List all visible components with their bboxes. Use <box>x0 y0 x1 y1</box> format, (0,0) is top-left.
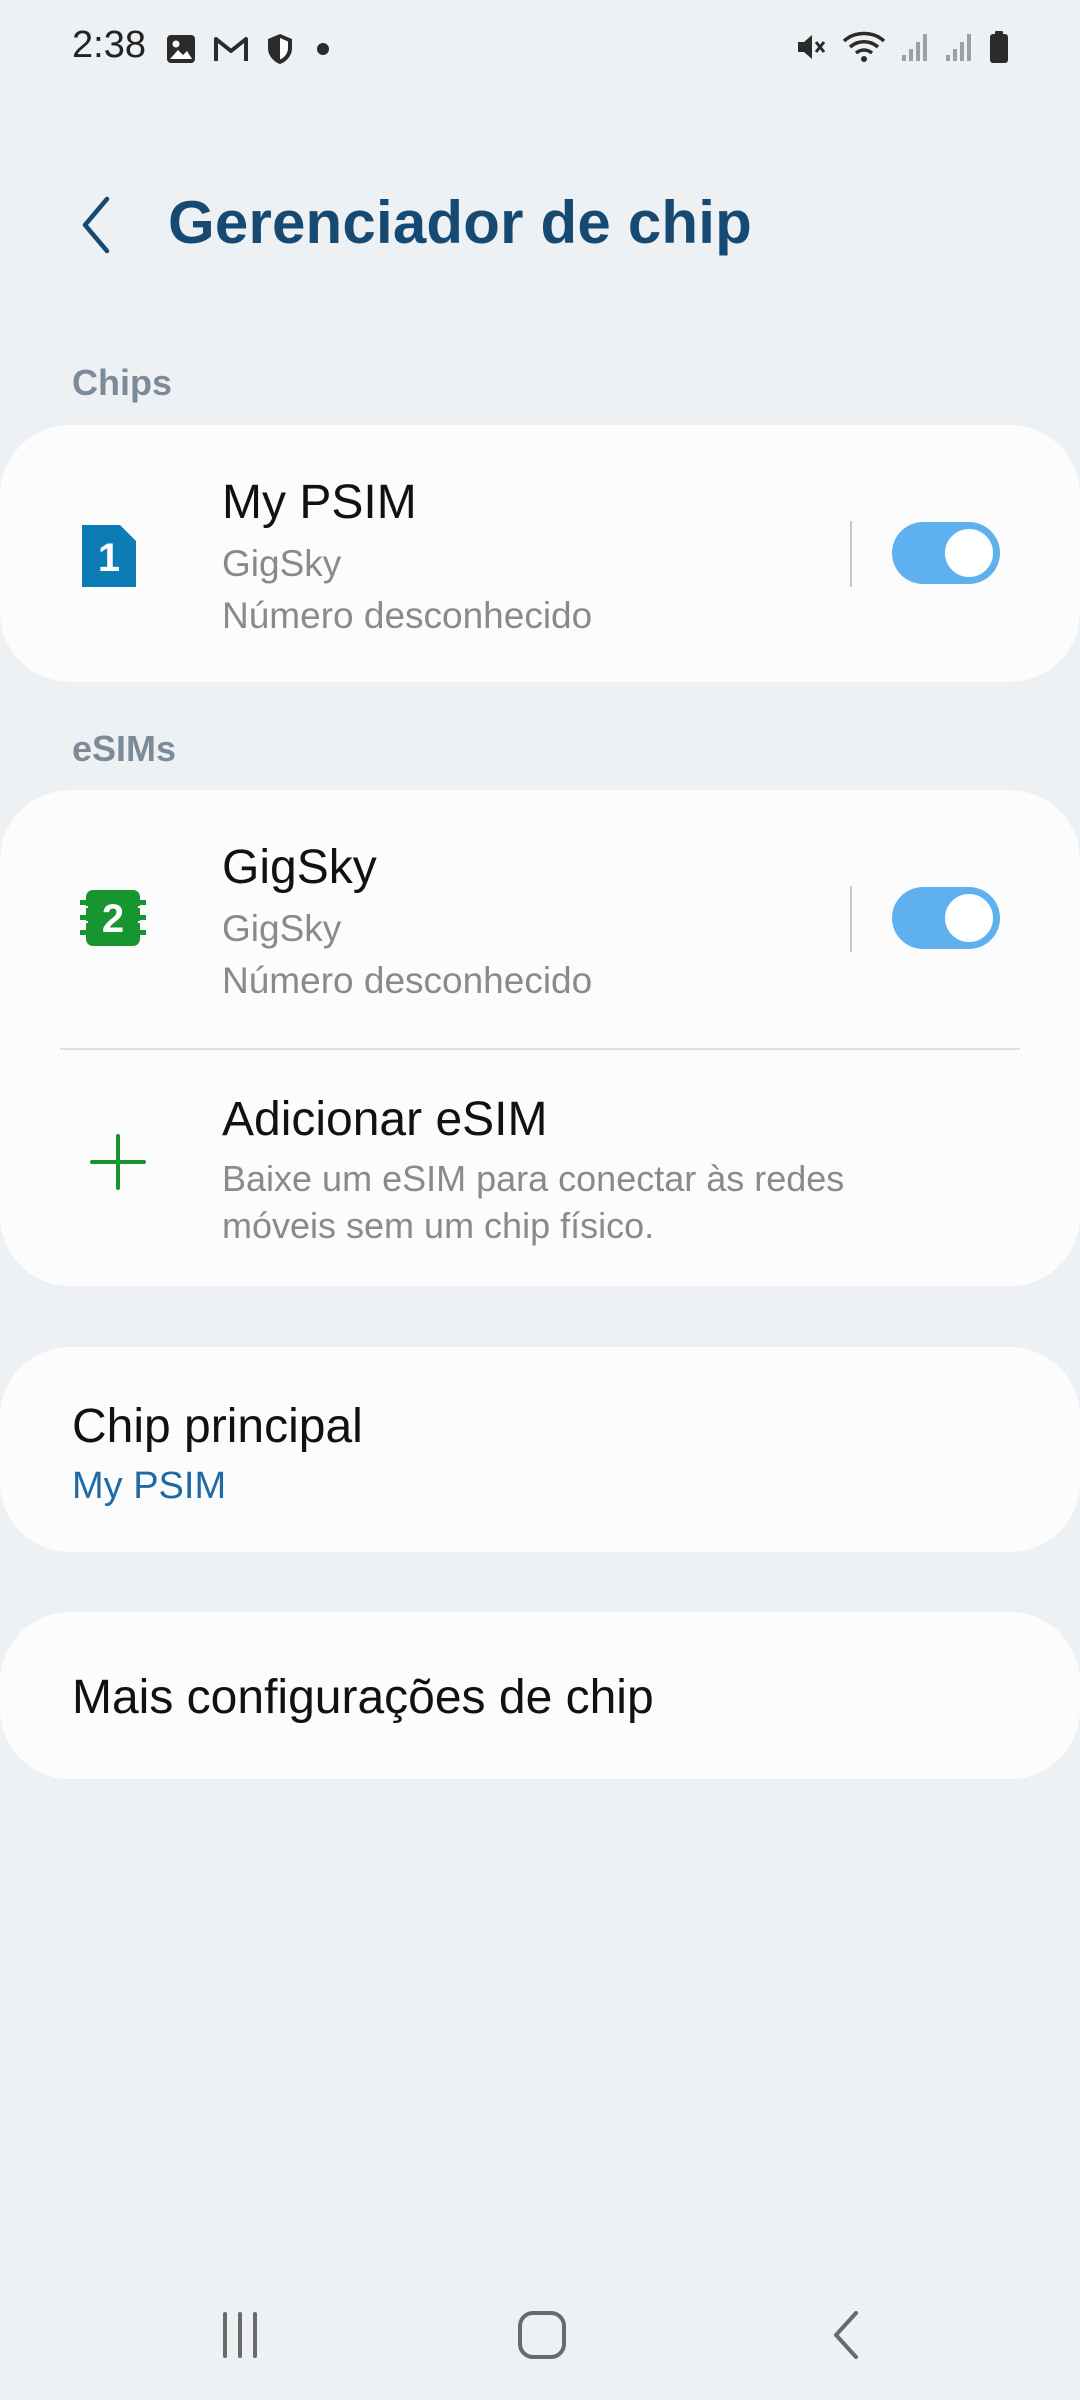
status-bar: 2:38 <box>0 0 1080 100</box>
sim-number: Número desconhecido <box>222 595 593 636</box>
primary-chip-title: Chip principal <box>72 1400 363 1453</box>
page-title: Gerenciador de chip <box>168 189 752 256</box>
sim-card-icon: 1 <box>78 521 140 596</box>
app-bar: Gerenciador de chip <box>0 170 1080 280</box>
gmail-icon <box>213 34 249 64</box>
esim-name: GigSky <box>222 841 377 894</box>
sim-carrier: GigSky <box>222 543 342 584</box>
more-settings-title: Mais configurações de chip <box>72 1671 654 1724</box>
gallery-icon <box>165 33 197 65</box>
primary-chip-item[interactable]: Chip principal My PSIM <box>0 1347 1080 1552</box>
row-separator <box>850 521 852 587</box>
esim-chip-icon: 2 <box>78 886 148 955</box>
back-button[interactable] <box>66 190 126 260</box>
add-esim-subtitle: Baixe um eSIM para conectar às redes <box>222 1158 845 1199</box>
navigation-bar <box>0 2280 1080 2380</box>
battery-icon <box>988 30 1010 64</box>
sim-name: My PSIM <box>222 476 417 529</box>
sim-toggle-switch[interactable] <box>892 522 1000 584</box>
esim-row-gigsky[interactable]: 2 GigSky GigSky Número desconhecido <box>0 790 1080 1045</box>
esim-slot-number: 2 <box>102 897 124 941</box>
add-esim-title: Adicionar eSIM <box>222 1093 548 1146</box>
wifi-icon <box>842 30 886 64</box>
recents-icon <box>223 2312 257 2358</box>
toggle-knob <box>942 526 996 580</box>
add-esim-row[interactable]: Adicionar eSIM Baixe um eSIM para conect… <box>0 1050 1080 1286</box>
nav-back-button[interactable] <box>806 2300 886 2370</box>
sim-row-my-psim[interactable]: 1 My PSIM GigSky Número desconhecido <box>0 425 1080 680</box>
esim-carrier: GigSky <box>222 908 342 949</box>
toggle-knob <box>942 891 996 945</box>
back-icon <box>834 2311 858 2359</box>
row-separator <box>850 886 852 952</box>
primary-chip-value: My PSIM <box>72 1465 227 1507</box>
shield-icon <box>265 32 295 66</box>
sim-slot-number: 1 <box>98 536 120 580</box>
plus-icon <box>88 1132 148 1197</box>
signal-icon <box>900 31 930 63</box>
add-esim-subtitle: móveis sem um chip físico. <box>222 1205 655 1246</box>
chips-section-header: Chips <box>72 362 173 403</box>
status-system-icons <box>794 30 1010 64</box>
status-time: 2:38 <box>72 24 146 66</box>
dot-icon <box>311 37 335 61</box>
esim-number: Número desconhecido <box>222 960 593 1001</box>
esim-toggle-switch[interactable] <box>892 887 1000 949</box>
chips-card: 1 My PSIM GigSky Número desconhecido <box>0 425 1080 682</box>
mute-icon <box>794 30 828 64</box>
home-icon <box>518 2311 566 2359</box>
signal-icon <box>944 31 974 63</box>
more-settings-item[interactable]: Mais configurações de chip <box>0 1612 1080 1779</box>
status-notification-icons <box>165 32 335 66</box>
esims-card: 2 GigSky GigSky Número desconhecido Adic… <box>0 790 1080 1286</box>
back-arrow-icon <box>82 196 110 254</box>
esims-section-header: eSIMs <box>72 728 177 769</box>
home-button[interactable] <box>502 2300 582 2370</box>
recents-button[interactable] <box>200 2300 280 2370</box>
